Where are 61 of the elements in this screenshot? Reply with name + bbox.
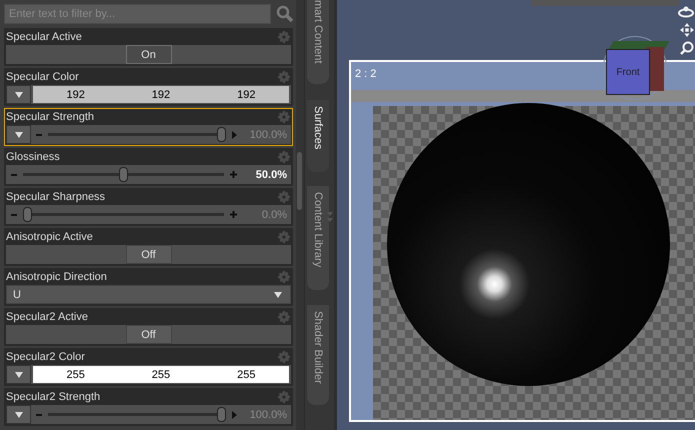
collapse-icon[interactable]: [327, 212, 333, 222]
gear-icon[interactable]: [278, 311, 290, 323]
property-label: Specular Active: [6, 31, 82, 43]
gear-icon[interactable]: [278, 191, 290, 203]
property-label: Specular Sharpness: [6, 191, 106, 203]
gear-icon[interactable]: [278, 151, 290, 163]
caret-icon: [14, 132, 22, 138]
gear-icon[interactable]: [278, 231, 290, 243]
color-field[interactable]: 192 192 192: [33, 86, 289, 103]
menu-button[interactable]: [6, 125, 31, 144]
minus-icon[interactable]: [11, 174, 17, 176]
search-icon[interactable]: [276, 5, 294, 23]
orbit-icon[interactable]: [678, 6, 694, 18]
menu-button[interactable]: [6, 85, 31, 104]
caret-icon: [14, 92, 22, 98]
gear-icon[interactable]: [278, 351, 290, 363]
slider-value: 50.0%: [254, 168, 287, 180]
slider-value: 100.0%: [248, 408, 287, 420]
slider-thumb[interactable]: [23, 207, 32, 222]
direction-dropdown[interactable]: U: [6, 285, 291, 304]
minus-icon[interactable]: [11, 214, 17, 216]
side-tab[interactable]: Content Library: [307, 186, 329, 290]
property-label: Specular2 Color: [6, 351, 85, 363]
move-icon[interactable]: [680, 22, 694, 38]
toggle-button[interactable]: Off: [126, 325, 172, 344]
gear-icon[interactable]: [278, 111, 290, 123]
menu-button[interactable]: [6, 405, 31, 424]
cube-face-label: Front: [616, 66, 640, 78]
gear-icon[interactable]: [278, 391, 290, 403]
side-tab[interactable]: mart Content: [307, 0, 329, 84]
slider-thumb[interactable]: [217, 127, 226, 142]
gear-icon[interactable]: [278, 31, 290, 43]
minus-icon[interactable]: [36, 134, 42, 136]
zoom-icon[interactable]: [680, 41, 694, 55]
caret-icon: [14, 412, 22, 418]
property-label: Specular Color: [6, 71, 79, 83]
minus-icon[interactable]: [36, 414, 42, 416]
toggle-button[interactable]: Off: [126, 245, 172, 264]
gear-icon[interactable]: [278, 71, 290, 83]
scrollbar-thumb[interactable]: [297, 152, 302, 210]
frame-label: 2 : 2: [355, 68, 376, 80]
color-field[interactable]: 255 255 255: [33, 366, 289, 383]
property-label: Specular2 Active: [6, 311, 88, 323]
caret-icon: [14, 372, 22, 378]
toggle-button[interactable]: On: [126, 45, 172, 64]
slider-value: 0.0%: [260, 208, 287, 220]
side-tab[interactable]: Shader Builder: [307, 305, 329, 405]
property-label: Specular Strength: [6, 111, 94, 123]
property-label: Anisotropic Active: [6, 231, 93, 243]
plus-icon[interactable]: [230, 211, 237, 218]
slider-thumb[interactable]: [217, 407, 226, 422]
slider-value: 100.0%: [248, 128, 287, 140]
plus-icon[interactable]: [230, 171, 237, 178]
caret-icon: [274, 292, 282, 298]
property-label: Glossiness: [6, 151, 60, 163]
property-label: Anisotropic Direction: [6, 271, 107, 283]
gear-icon[interactable]: [278, 271, 290, 283]
side-tab[interactable]: Surfaces: [307, 100, 329, 172]
slider-thumb[interactable]: [119, 167, 128, 182]
menu-button[interactable]: [6, 365, 31, 384]
property-label: Specular2 Strength: [6, 391, 100, 403]
